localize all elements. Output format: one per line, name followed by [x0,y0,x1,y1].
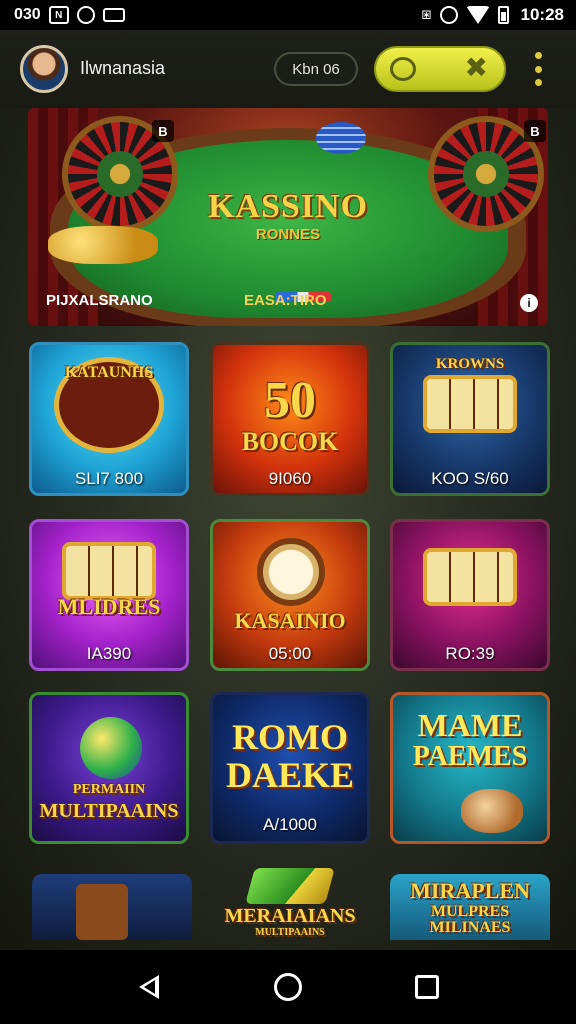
game-title: KROWNS [435,356,505,372]
action-pill[interactable]: ✖ [374,46,506,92]
game-title: MULTIPAAINS [39,800,179,822]
battery-icon [497,6,509,24]
game-subtitle: PERMAIIN [72,782,146,797]
game-price: 9I060 [268,469,312,488]
slot-reels-art [423,548,517,606]
bonus-pill[interactable]: Kbn 06 [274,52,358,86]
game-subtitle: MULPRES MILINAES [429,903,511,936]
clock-art [257,538,325,606]
hero-badge-left: B [152,120,174,142]
game-tile-6[interactable]: RO:39 [390,519,550,671]
game-tile-1[interactable]: KATAUNHS SLI7 800 [29,342,189,496]
game-price: IA390 [86,644,132,663]
hero-labels: PIJXALSRANO EASA:TIRO [28,288,548,318]
hero-badge-right: B [524,120,546,142]
more-icon[interactable] [534,52,542,86]
orb-art [80,717,142,779]
hero-left-label: PIJXALSRANO [46,292,153,309]
slot-reels-art [62,542,156,600]
game-title: 50 [264,372,316,429]
game-title: KATAUNHS [64,364,154,381]
dnd-icon [439,6,458,24]
game-tile-2[interactable]: 50 BOCOK 9I060 [210,342,370,496]
username: Ilwnanasia [80,58,166,78]
gem-art [245,868,335,904]
wifi-icon [465,6,490,24]
game-tile-11[interactable]: MERAIAIANS MULTIPAAINS [210,862,370,940]
sync-icon [76,6,95,24]
chip-stack [316,122,366,154]
message-icon [102,8,125,22]
star-icon[interactable]: ✖ [465,54,488,82]
system-nav-bar [0,950,576,1024]
status-time: 10:28 [520,5,564,24]
game-tile-10[interactable] [32,874,192,940]
game-tile-3[interactable]: KROWNS KOO S/60 [390,342,550,496]
status-bar: 030 N ⧆ 10:28 [0,0,576,30]
chat-icon[interactable] [390,57,416,81]
game-title: MIRAPLEN [410,878,530,903]
game-title: KASAINIO [234,608,346,633]
game-tile-5[interactable]: KASAINIO 05:00 [210,519,370,671]
app-header: Ilwnanasia Kbn 06 ✖ [0,30,576,108]
game-title: MLIDRES [57,594,161,619]
game-tile-7[interactable]: PERMAIIN MULTIPAAINS [29,692,189,844]
status-left-text: 030 [14,6,41,23]
back-icon[interactable] [129,967,169,1007]
game-price: RO:39 [445,644,495,663]
game-title: MAME [417,707,523,743]
hero-mid-label: EASA:TIRO [244,292,327,309]
slot-reels-art [423,375,517,433]
recents-icon[interactable] [407,967,447,1007]
game-price: 05:00 [268,644,312,663]
game-price: SLI7 800 [74,469,144,488]
game-title: MERAIAIANS [224,905,356,927]
game-subtitle: PAEMES [412,741,528,772]
casino-app: Ilwnanasia Kbn 06 ✖ KASSINO RONNES B B i… [0,30,576,950]
hero-subtitle: RONNES [255,226,321,243]
game-price: KOO S/60 [431,469,509,488]
avatar[interactable] [20,45,68,93]
game-tile-8[interactable]: ROMO DAEKE A/1000 [210,692,370,844]
game-tile-12[interactable]: MIRAPLEN MULPRES MILINAES [390,874,550,940]
n-icon: N [48,6,69,24]
game-title: ROMO [232,717,348,757]
dog-art [461,789,523,833]
game-tile-4[interactable]: MLIDRES IA390 [29,519,189,671]
vibrate-icon: ⧆ [421,6,432,23]
mascot-art [76,884,128,940]
hero-title: KASSINO [207,188,369,225]
game-subtitle: MULTIPAAINS [255,927,325,938]
game-price: A/1000 [263,815,317,834]
game-subtitle: BOCOK [241,427,339,456]
game-subtitle: DAEKE [225,755,355,795]
home-icon[interactable] [268,967,308,1007]
game-tile-9[interactable]: MAME PAEMES [390,692,550,844]
